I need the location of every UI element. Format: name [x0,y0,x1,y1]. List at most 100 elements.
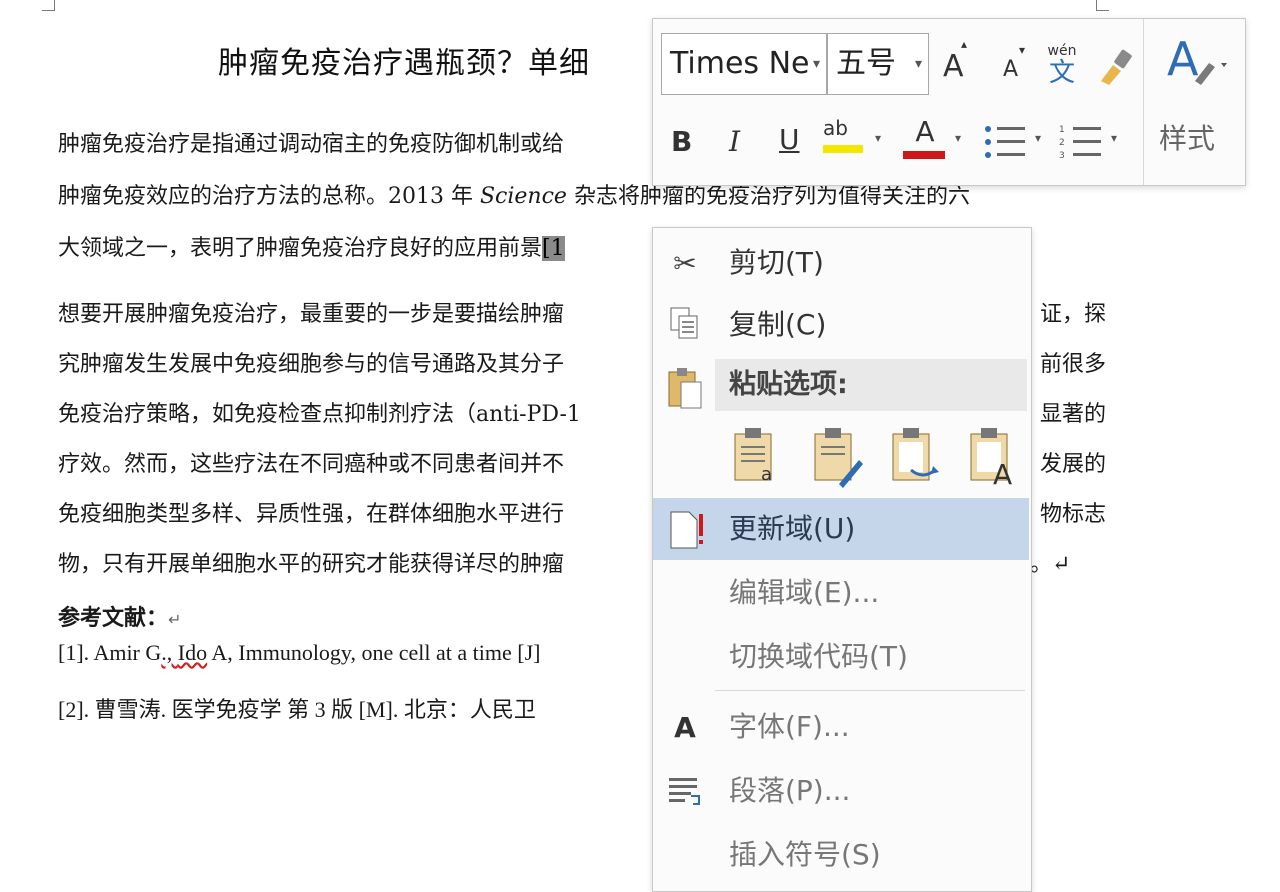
refs-heading-text: 参考文献： [58,606,169,631]
paste-keep-source-icon: a [734,428,772,485]
grow-font-button[interactable]: A ▴ [943,37,967,84]
format-painter-icon [1101,49,1132,85]
menu-item-update-field[interactable]: 更新域(U) [653,498,1029,560]
paste-merge-format-button[interactable] [811,426,865,488]
p2-line-4-tail: 发展的 [1040,452,1107,477]
p2-line-6-tail: 。↵ [1030,552,1071,577]
mini-toolbar: Times Ne ▾ 五号 ▾ A ▴ A ▾ wén 文 A 样式 B I U a… [652,18,1246,186]
chevron-down-icon[interactable]: ▾ [1035,131,1041,145]
chevron-down-icon[interactable]: ▾ [875,131,881,145]
context-menu: ✂ 剪切(T) 复制(C) 粘贴选项: a A 更新域(U) 编辑域(E)...… [652,227,1032,892]
menu-item-copy[interactable]: 复制(C) [653,294,1029,356]
shrink-font-button[interactable]: A ▾ [1003,43,1025,82]
svg-text:A: A [1167,33,1199,85]
p2-line-5: 免疫细胞类型多样、异质性强，在群体细胞水平进行 [58,502,565,527]
bullets-icon [985,126,1025,158]
font-icon: A [674,711,696,744]
paste-keep-source-button[interactable]: a [731,426,785,488]
menu-label-update-field: 更新域(U) [729,512,856,545]
refs-heading: 参考文献：↵ [58,600,181,632]
p2-line-2-tail: 前很多 [1040,352,1107,377]
paste-picture-button[interactable] [889,426,943,488]
paste-options-label: 粘贴选项: [729,369,848,400]
styles-label[interactable]: 样式 [1159,117,1215,157]
numbering-icon: 1 2 3 [1059,125,1101,161]
paragraph-icon [665,772,705,812]
toolbar-separator [1143,19,1144,185]
paste-text-only-icon: A [970,428,1012,491]
font-color-bar [903,151,945,159]
p1-l2-rest: 杂志将肿瘤的免疫治疗列为值得关注的六 [566,184,970,209]
font-name-combobox[interactable]: Times Ne ▾ [661,33,827,95]
bullets-button[interactable] [983,123,1027,167]
caret-down-icon: ▾ [1019,43,1026,57]
scissors-icon: ✂ [673,247,697,280]
font-color-icon: A [915,115,935,148]
p2-line-6: 物，只有开展单细胞水平的研究才能获得详尽的肿瘤 [58,552,565,577]
svg-text:1: 1 [1059,125,1065,135]
clipboard-icon [665,366,705,414]
p2-line-1: 想要开展肿瘤免疫治疗，最重要的一步是要描绘肿瘤 [58,302,565,327]
p2-line-1-tail: 证，探 [1040,302,1107,327]
menu-label-copy: 复制(C) [729,308,827,341]
chevron-down-icon: ▾ [812,56,820,72]
menu-label-paragraph: 段落(P)... [729,774,851,807]
paste-options-header: 粘贴选项: [715,359,1027,411]
shrink-font-icon: A [1003,57,1019,82]
svg-text:3: 3 [1059,151,1065,161]
menu-item-edit-field[interactable]: 编辑域(E)... [653,562,1029,624]
font-name-value: Times Ne [670,46,810,81]
chevron-down-icon: ▾ [914,56,922,72]
p1-l2-text: 肿瘤免疫效应的治疗方法的总称。2013 年 [58,184,480,209]
phonetic-guide-button[interactable]: wén 文 [1045,43,1079,87]
underline-button[interactable]: U [779,123,800,156]
menu-label-insert-symbol: 插入符号(S) [729,838,881,871]
menu-label-toggle-field-codes: 切换域代码(T) [729,640,908,673]
caret-up-icon: ▴ [961,37,968,51]
phonetic-char: 文 [1048,58,1075,88]
p1-l2-italic: Science [479,184,567,209]
corner-mark-left [42,0,55,11]
copy-icon [665,306,705,346]
menu-item-insert-symbol[interactable]: 插入符号(S) [653,824,1029,886]
format-painter-button[interactable] [1095,47,1135,91]
svg-text:2: 2 [1059,138,1065,148]
paste-merge-format-icon [814,428,863,488]
italic-button[interactable]: I [729,125,740,158]
chevron-down-icon[interactable]: ▾ [1111,131,1117,145]
p1-line-1: 肿瘤免疫治疗是指通过调动宿主的免疫防御机制或给 [58,132,565,157]
svg-text:A: A [993,458,1012,488]
menu-item-font[interactable]: A 字体(F)... [653,696,1029,758]
font-size-combobox[interactable]: 五号 ▾ [827,33,929,95]
paste-text-only-button[interactable]: A [967,426,1021,491]
corner-mark-right [1096,0,1109,11]
highlight-color-bar [823,145,863,153]
menu-label-edit-field: 编辑域(E)... [729,576,880,609]
citation-field[interactable]: [1 [542,236,565,261]
font-color-button[interactable]: A [903,117,947,159]
p2-line-4: 疗效。然而，这些疗法在不同癌种或不同患者间并不 [58,452,565,477]
styles-button[interactable]: A [1165,32,1235,89]
numbering-button[interactable]: 1 2 3 [1059,123,1103,167]
paragraph-mark: ↵ [168,610,182,629]
bold-button[interactable]: B [671,125,692,158]
chevron-down-icon[interactable]: ▾ [955,131,961,145]
ref1-author: [1]. Amir G [58,640,162,665]
p2-line-3-tail: 显著的 [1040,402,1107,427]
font-size-value: 五号 [836,46,896,81]
menu-label-font: 字体(F)... [729,710,850,743]
reference-1: [1]. Amir G., Ido A, Immunology, one cel… [58,640,540,666]
ref1-rest: A, Immunology, one cell at a time [J] [207,640,541,665]
p2-line-2: 究肿瘤发生发展中免疫细胞参与的信号通路及其分子 [58,352,565,377]
menu-item-paragraph[interactable]: 段落(P)... [653,760,1029,822]
highlight-button[interactable]: ab [823,117,867,153]
menu-item-toggle-field-codes[interactable]: 切换域代码(T) [653,626,1029,688]
reference-2: [2]. 曹雪涛. 医学免疫学 第 3 版 [M]. 北京：人民卫 [58,697,536,722]
p1-l3-text: 大领域之一，表明了肿瘤免疫治疗良好的应用前景 [58,236,543,261]
ref1-ido: Ido [177,640,208,665]
menu-item-cut[interactable]: ✂ 剪切(T) [653,232,1029,294]
p1-line-3: 大领域之一，表明了肿瘤免疫治疗良好的应用前景[1 [58,230,565,262]
menu-separator [715,690,1025,691]
grow-font-icon: A [943,49,964,84]
update-field-icon [665,510,705,550]
